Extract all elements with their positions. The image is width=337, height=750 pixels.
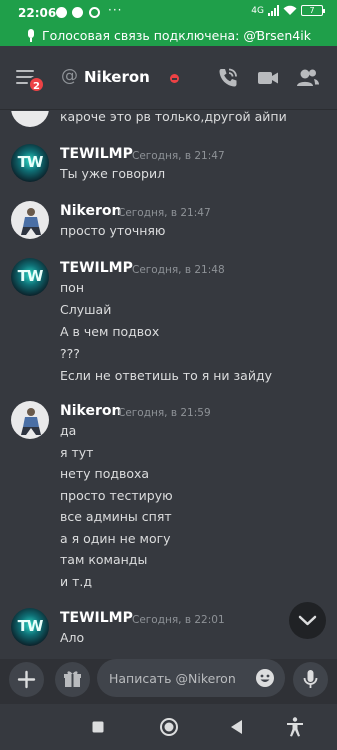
at-icon: @ — [61, 66, 78, 86]
phone-call-icon[interactable] — [215, 65, 241, 91]
microphone-icon[interactable] — [293, 662, 328, 697]
message-line: А в чем подвох — [60, 324, 160, 339]
video-camera-icon[interactable] — [255, 65, 281, 91]
discord-icon — [72, 7, 83, 18]
unread-badge: 2 — [28, 76, 45, 93]
microphone-icon — [26, 28, 36, 42]
message-line: да — [60, 423, 77, 438]
status-bar-top-row: 22:06 ··· 4G 7 — [0, 0, 337, 24]
message-line: пон — [60, 280, 84, 295]
dnd-status-icon — [170, 74, 179, 83]
message-line: Ало — [60, 630, 85, 645]
more-notifications: ··· — [108, 3, 123, 17]
voice-banner-text: Голосовая связь подключена: @Ɓrsen4ik — [42, 27, 311, 43]
timestamp: Сегодня, в 21:47 — [118, 207, 211, 219]
timestamp: Сегодня, в 22:01 — [132, 614, 225, 626]
author-name[interactable]: Nikeron — [60, 203, 121, 219]
chevron-down-icon[interactable] — [289, 602, 326, 639]
status-bar: 22:06 ··· 4G 7 Голосовая связь подключен… — [0, 0, 337, 46]
timestamp: Сегодня, в 21:48 — [132, 264, 225, 276]
avatar[interactable]: TW — [11, 608, 49, 646]
message-line: нету подвоха — [60, 466, 150, 481]
network-type: 4G — [251, 5, 264, 16]
gift-icon[interactable] — [55, 662, 90, 697]
avatar[interactable]: TW — [11, 258, 49, 296]
battery-icon: 7 — [301, 5, 325, 16]
message-line: кароче это рв только,другой айпи — [60, 111, 287, 124]
signal-icon — [268, 5, 279, 16]
timestamp: Сегодня, в 21:47 — [132, 150, 225, 162]
message-line: просто тестирую — [60, 488, 173, 503]
message-input[interactable] — [109, 668, 249, 688]
avatar[interactable] — [11, 201, 49, 239]
message-line: Если не ответишь то я ни зайду — [60, 368, 272, 383]
avatar[interactable] — [11, 111, 49, 127]
author-name[interactable]: TEWILMP — [60, 260, 133, 276]
avatar[interactable] — [11, 401, 49, 439]
recents-square-icon[interactable] — [86, 715, 110, 739]
author-name[interactable]: TEWILMP — [60, 610, 133, 626]
author-name[interactable]: TEWILMP — [60, 146, 133, 162]
system-indicators: 4G 7 — [251, 5, 325, 16]
home-circle-icon[interactable] — [157, 715, 181, 739]
message-list[interactable]: кароче это рв только,другой айпи TW TEWI… — [0, 111, 337, 659]
message-line: просто уточняю — [60, 223, 166, 238]
clock: 22:06 — [18, 6, 57, 20]
sync-icon — [89, 7, 100, 18]
message-line: я тут — [60, 445, 94, 460]
members-icon[interactable] — [295, 65, 321, 91]
avatar-image — [21, 208, 41, 235]
message-input-container — [97, 659, 285, 697]
author-name[interactable]: Nikeron — [60, 403, 121, 419]
message-line: и т.д — [60, 574, 92, 589]
avatar[interactable]: TW — [11, 144, 49, 182]
accessibility-icon[interactable] — [283, 715, 307, 739]
system-navigation-bar — [0, 704, 337, 750]
message-line: ??? — [60, 346, 80, 361]
message-line: Ты уже говорил — [60, 166, 166, 181]
emoji-icon[interactable] — [255, 668, 275, 688]
timestamp: Сегодня, в 21:59 — [118, 407, 211, 419]
channel-header: 2 @ Nikeron — [0, 46, 337, 110]
back-triangle-icon[interactable] — [225, 715, 249, 739]
message-line: а я один не могу — [60, 531, 171, 546]
discord-icon — [56, 7, 67, 18]
channel-title[interactable]: Nikeron — [84, 68, 150, 86]
plus-icon[interactable] — [9, 662, 44, 697]
avatar-image — [21, 408, 41, 435]
message-line: там команды — [60, 552, 148, 567]
message-composer — [0, 659, 337, 704]
message-line: все админы спят — [60, 509, 172, 524]
message-line: Слушай — [60, 302, 112, 317]
wifi-icon — [283, 5, 297, 15]
voice-connected-banner[interactable]: Голосовая связь подключена: @Ɓrsen4ik — [0, 24, 337, 46]
